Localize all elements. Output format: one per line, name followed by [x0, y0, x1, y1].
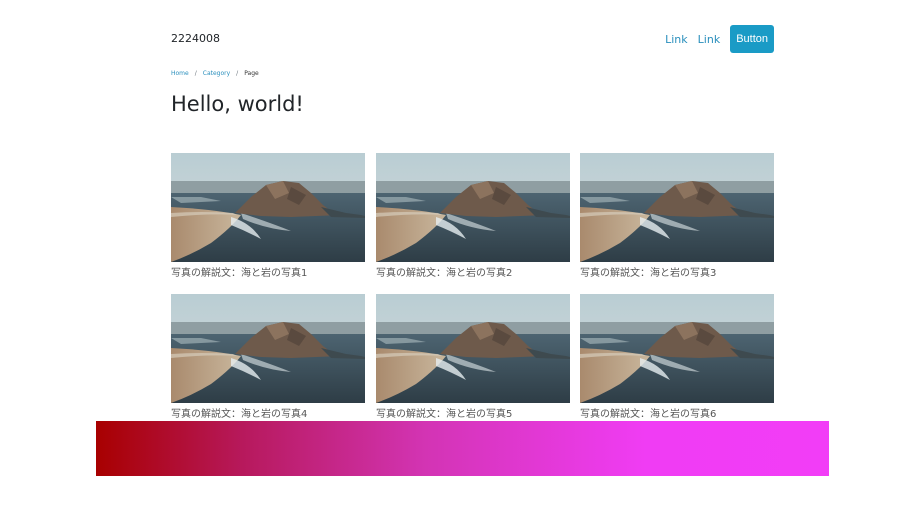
gradient-overlay-banner: [96, 421, 829, 476]
coast-rock-photo[interactable]: [171, 294, 365, 403]
breadcrumb-category[interactable]: Category: [203, 70, 230, 77]
photo-caption: 写真の解説文：海と岩の写真5: [376, 409, 513, 420]
coast-rock-photo[interactable]: [580, 294, 774, 403]
coast-rock-photo[interactable]: [376, 294, 570, 403]
photo-caption: 写真の解説文：海と岩の写真2: [376, 268, 513, 279]
photo-caption: 写真の解説文：海と岩の写真1: [171, 268, 308, 279]
coast-rock-photo[interactable]: [171, 153, 365, 262]
photo-caption: 写真の解説文：海と岩の写真4: [171, 409, 308, 420]
gallery-card[interactable]: 写真の解説文：海と岩の写真1: [171, 153, 365, 279]
photo-caption: 写真の解説文：海と岩の写真6: [580, 409, 717, 420]
coast-rock-photo[interactable]: [376, 153, 570, 262]
breadcrumb-home[interactable]: Home: [171, 70, 189, 77]
header-button[interactable]: Button: [730, 25, 774, 53]
breadcrumb-current: Page: [244, 70, 259, 77]
site-header: 2224008 Link Link Button: [171, 25, 774, 53]
coast-rock-photo[interactable]: [580, 153, 774, 262]
gallery-card[interactable]: 写真の解説文：海と岩の写真4: [171, 294, 365, 420]
nav-link-2[interactable]: Link: [698, 33, 721, 46]
nav-link-1[interactable]: Link: [665, 33, 688, 46]
gallery-card[interactable]: 写真の解説文：海と岩の写真3: [580, 153, 774, 279]
top-nav: Link Link Button: [665, 25, 774, 53]
gallery-card[interactable]: 写真の解説文：海と岩の写真6: [580, 294, 774, 420]
breadcrumb-separator: /: [194, 70, 197, 77]
breadcrumb: Home / Category / Page: [171, 70, 259, 77]
breadcrumb-separator: /: [236, 70, 239, 77]
photo-caption: 写真の解説文：海と岩の写真3: [580, 268, 717, 279]
page-title: Hello, world!: [171, 92, 304, 116]
brand-name[interactable]: 2224008: [171, 32, 220, 45]
gallery-card[interactable]: 写真の解説文：海と岩の写真2: [376, 153, 570, 279]
gallery-card[interactable]: 写真の解説文：海と岩の写真5: [376, 294, 570, 420]
